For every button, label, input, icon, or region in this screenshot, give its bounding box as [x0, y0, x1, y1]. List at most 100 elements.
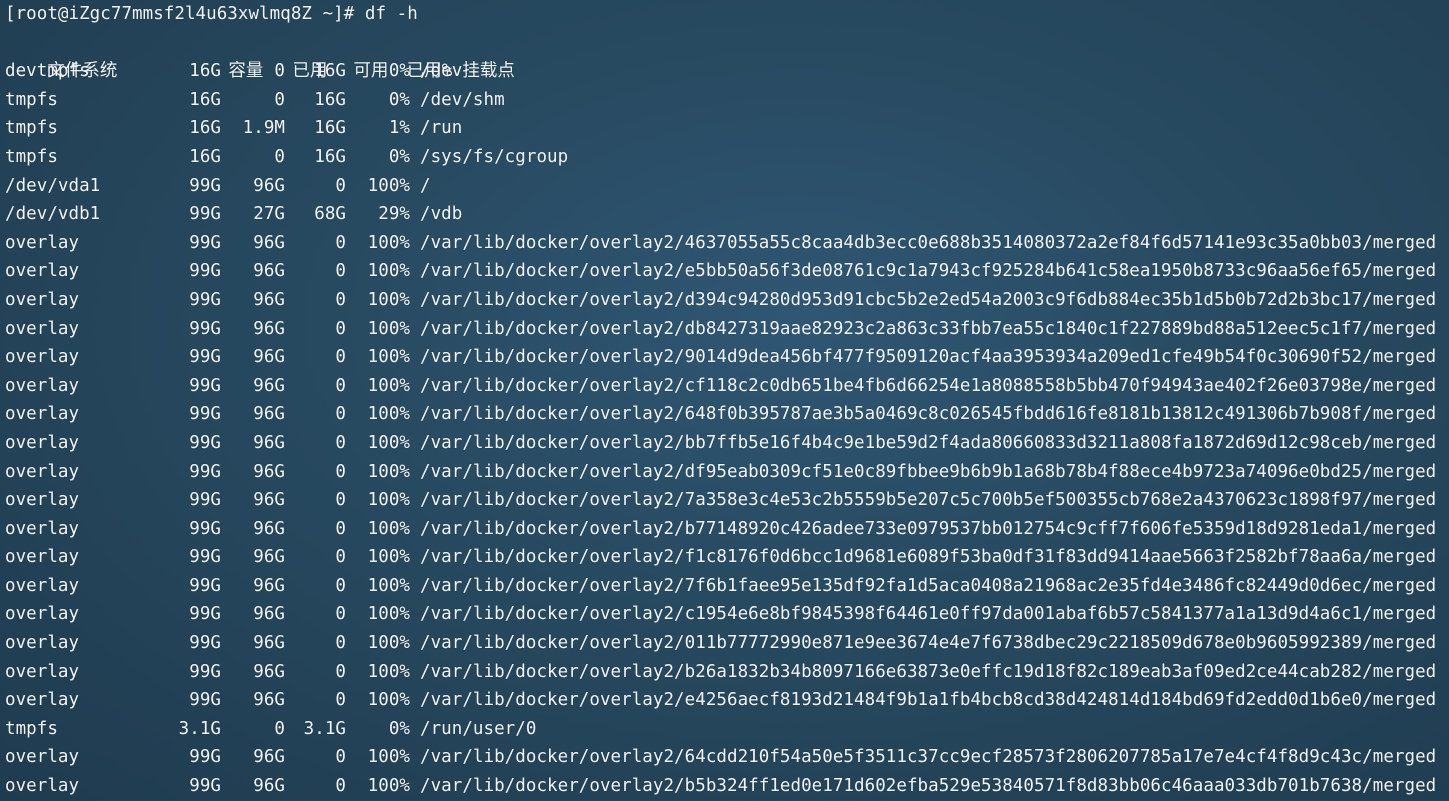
row-size: 99G	[189, 518, 221, 539]
row-mounted-on: /var/lib/docker/overlay2/db8427319aae829…	[420, 318, 1437, 339]
row-avail: 0	[335, 747, 346, 768]
row-filesystem: overlay	[5, 690, 80, 711]
row-size: 16G	[189, 61, 221, 82]
df-output-row: overlay 99G 96G 0 100% /var/lib/docker/overla…	[5, 686, 1449, 715]
row-size: 99G	[189, 318, 221, 339]
row-used: 96G	[253, 404, 285, 425]
row-used: 0	[274, 61, 285, 82]
row-avail: 0	[335, 261, 346, 282]
df-output-row: overlay 99G 96G 0 100% /var/lib/docker/overla…	[5, 629, 1449, 658]
row-size: 99G	[189, 547, 221, 568]
row-used: 96G	[253, 776, 285, 797]
row-size: 99G	[189, 204, 221, 225]
row-size: 99G	[189, 490, 221, 511]
df-output-row: overlay 99G 96G 0 100% /var/lib/docker/overla…	[5, 743, 1449, 772]
row-mounted-on: /var/lib/docker/overlay2/7f6b1faee95e135…	[420, 575, 1437, 596]
row-use-pct: 100%	[367, 232, 410, 253]
row-filesystem: /dev/vdb1	[5, 204, 101, 225]
row-size: 99G	[189, 261, 221, 282]
terminal-window[interactable]: [root@iZgc77mmsf2l4u63xwlmq8Z ~]# df -h …	[0, 0, 1449, 800]
row-avail: 0	[335, 375, 346, 396]
row-used: 96G	[253, 604, 285, 625]
row-use-pct: 100%	[367, 518, 410, 539]
row-filesystem: overlay	[5, 633, 80, 654]
df-output-row: overlay 99G 96G 0 100% /var/lib/docker/overla…	[5, 600, 1449, 629]
df-output-row: overlay 99G 96G 0 100% /var/lib/docker/overla…	[5, 429, 1449, 458]
row-avail: 0	[335, 776, 346, 797]
row-filesystem: overlay	[5, 432, 80, 453]
row-used: 96G	[253, 347, 285, 368]
row-size: 16G	[189, 146, 221, 167]
row-filesystem: overlay	[5, 547, 80, 568]
df-output-row: overlay 99G 96G 0 100% /var/lib/docker/overla…	[5, 257, 1449, 286]
row-mounted-on: /var/lib/docker/overlay2/e4256aecf8193d2…	[420, 690, 1437, 711]
row-used: 96G	[253, 575, 285, 596]
row-filesystem: tmpfs	[5, 146, 58, 167]
row-use-pct: 100%	[367, 289, 410, 310]
row-use-pct: 100%	[367, 261, 410, 282]
row-used: 1.9M	[242, 118, 285, 139]
row-use-pct: 100%	[367, 575, 410, 596]
row-size: 99G	[189, 575, 221, 596]
row-mounted-on: /sys/fs/cgroup	[420, 146, 569, 167]
row-avail: 0	[335, 175, 346, 196]
df-header-row: 文件系统 容量 已用 可用 已用% 挂载点	[5, 29, 1449, 81]
row-filesystem: overlay	[5, 490, 80, 511]
row-avail: 16G	[314, 118, 346, 139]
row-size: 16G	[189, 89, 221, 110]
row-use-pct: 100%	[367, 604, 410, 625]
row-used: 96G	[253, 661, 285, 682]
row-used: 0	[274, 718, 285, 739]
row-avail: 0	[335, 661, 346, 682]
row-use-pct: 0%	[388, 718, 410, 739]
row-used: 96G	[253, 261, 285, 282]
row-avail: 0	[335, 318, 346, 339]
df-output-row: tmpfs 16G 0 16G 0% /sys/fs/cgroup	[5, 143, 1449, 172]
row-use-pct: 100%	[367, 547, 410, 568]
row-avail: 0	[335, 604, 346, 625]
command-prompt-line[interactable]: [root@iZgc77mmsf2l4u63xwlmq8Z ~]# df -h	[5, 0, 1449, 29]
df-output-row: overlay 99G 96G 0 100% /var/lib/docker/overla…	[5, 772, 1449, 801]
row-size: 99G	[189, 347, 221, 368]
row-size: 16G	[189, 118, 221, 139]
row-avail: 0	[335, 432, 346, 453]
row-avail: 0	[335, 547, 346, 568]
row-size: 99G	[189, 375, 221, 396]
row-filesystem: overlay	[5, 776, 80, 797]
row-filesystem: tmpfs	[5, 89, 58, 110]
row-use-pct: 1%	[388, 118, 410, 139]
df-output-row: overlay 99G 96G 0 100% /var/lib/docker/overla…	[5, 543, 1449, 572]
row-filesystem: overlay	[5, 575, 80, 596]
row-size: 99G	[189, 690, 221, 711]
row-use-pct: 100%	[367, 776, 410, 797]
row-used: 0	[274, 146, 285, 167]
row-mounted-on: /var/lib/docker/overlay2/e5bb50a56f3de08…	[420, 261, 1437, 282]
row-size: 99G	[189, 289, 221, 310]
row-mounted-on: /dev/shm	[420, 89, 505, 110]
row-filesystem: /dev/vda1	[5, 175, 101, 196]
row-filesystem: overlay	[5, 232, 80, 253]
row-avail: 16G	[314, 146, 346, 167]
row-mounted-on: /var/lib/docker/overlay2/d394c94280d953d…	[420, 289, 1437, 310]
df-output-row: overlay 99G 96G 0 100% /var/lib/docker/overla…	[5, 658, 1449, 687]
row-size: 99G	[189, 747, 221, 768]
row-filesystem: overlay	[5, 518, 80, 539]
row-used: 96G	[253, 289, 285, 310]
row-mounted-on: /var/lib/docker/overlay2/df95eab0309cf51…	[420, 461, 1437, 482]
row-avail: 68G	[314, 204, 346, 225]
df-output-row: tmpfs 3.1G 0 3.1G 0% /run/user/0	[5, 715, 1449, 744]
row-filesystem: overlay	[5, 747, 80, 768]
df-output-row: overlay 99G 96G 0 100% /var/lib/docker/overla…	[5, 572, 1449, 601]
row-size: 99G	[189, 232, 221, 253]
row-avail: 0	[335, 289, 346, 310]
row-filesystem: overlay	[5, 261, 80, 282]
row-mounted-on: /var/lib/docker/overlay2/9014d9dea456bf4…	[420, 347, 1437, 368]
row-avail: 16G	[314, 61, 346, 82]
row-mounted-on: /var/lib/docker/overlay2/64cdd210f54a50e…	[420, 747, 1437, 768]
df-output-row: overlay 99G 96G 0 100% /var/lib/docker/overla…	[5, 515, 1449, 544]
row-size: 99G	[189, 604, 221, 625]
row-used: 96G	[253, 232, 285, 253]
df-output-row: overlay 99G 96G 0 100% /var/lib/docker/overla…	[5, 486, 1449, 515]
row-use-pct: 100%	[367, 432, 410, 453]
row-avail: 0	[335, 232, 346, 253]
